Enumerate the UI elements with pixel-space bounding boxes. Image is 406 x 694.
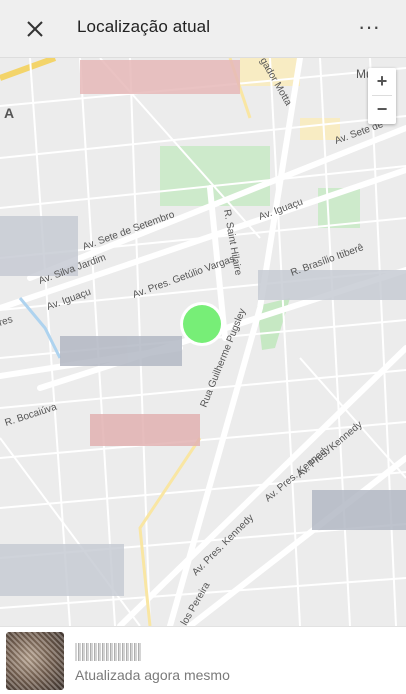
- avatar: [6, 632, 64, 690]
- more-options-button[interactable]: ···: [356, 14, 382, 41]
- app-header: Localização atual ···: [0, 0, 406, 58]
- area-label: A: [4, 105, 14, 121]
- zoom-control: + −: [368, 68, 396, 124]
- page-title: Localização atual: [77, 17, 211, 36]
- location-marker[interactable]: [183, 305, 221, 343]
- zoom-out-button[interactable]: −: [368, 96, 396, 123]
- close-button[interactable]: [22, 16, 48, 42]
- zoom-in-button[interactable]: +: [368, 68, 396, 95]
- map-view[interactable]: Av. Sete de Setembro Av. Sete de Av. Igu…: [0, 58, 406, 626]
- updated-status: Atualizada agora mesmo: [75, 667, 230, 683]
- map-canvas[interactable]: Av. Sete de Setembro Av. Sete de Av. Igu…: [0, 58, 406, 626]
- more-horizontal-icon: ···: [358, 14, 380, 39]
- close-icon: [27, 21, 43, 37]
- contact-name-redacted: [75, 643, 141, 661]
- location-footer: Atualizada agora mesmo: [0, 626, 406, 694]
